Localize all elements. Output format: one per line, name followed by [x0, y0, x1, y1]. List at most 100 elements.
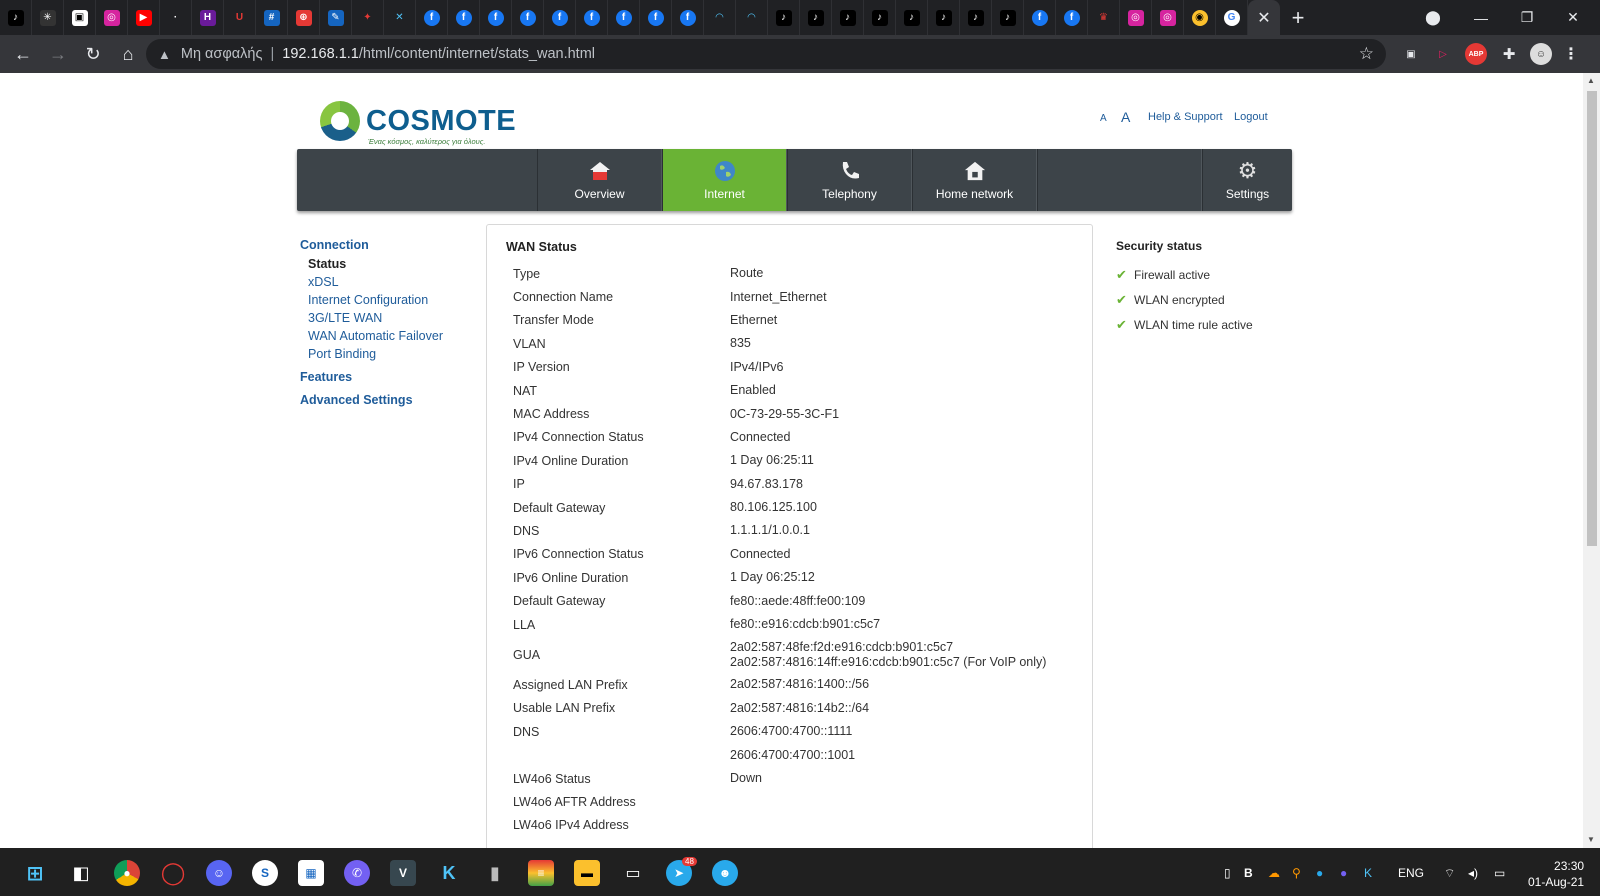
viber-tray-icon[interactable]: ● [1340, 866, 1347, 880]
chrome-icon[interactable]: ● [114, 860, 140, 886]
sidenav-xdsl[interactable]: xDSL [300, 273, 443, 291]
discord-icon[interactable]: ☺ [206, 860, 232, 886]
volume-icon[interactable]: ◂) [1468, 866, 1478, 880]
cast-icon[interactable]: ▣ [1400, 43, 1422, 65]
scroll-thumb[interactable] [1587, 91, 1597, 546]
tab-generic[interactable]: # [256, 0, 288, 35]
tab-generic[interactable]: ⊕ [288, 0, 320, 35]
tab-generic[interactable]: · [160, 0, 192, 35]
app-tray-icon[interactable]: B [1244, 866, 1253, 880]
nav-telephony[interactable]: Telephony [787, 149, 912, 211]
tab-generic[interactable]: U [224, 0, 256, 35]
store-icon[interactable]: ▦ [298, 860, 324, 886]
tab-tiktok[interactable]: ♪ [864, 0, 896, 35]
tab-facebook[interactable]: f [576, 0, 608, 35]
usb-icon[interactable]: ▯ [1224, 866, 1231, 880]
tab-facebook[interactable]: f [640, 0, 672, 35]
tab-facebook[interactable]: f [448, 0, 480, 35]
viber-icon[interactable]: ✆ [344, 860, 370, 886]
sidenav-advanced-settings[interactable]: Advanced Settings [300, 393, 443, 407]
tab-tiktok[interactable]: ♪ [800, 0, 832, 35]
sidenav-wan-failover[interactable]: WAN Automatic Failover [300, 327, 443, 345]
font-small-button[interactable]: A [1100, 113, 1107, 124]
tab-tiktok[interactable]: ♪ [928, 0, 960, 35]
tab-close-button[interactable]: ✕ [1248, 0, 1280, 35]
tab-generic[interactable]: ✕ [384, 0, 416, 35]
opera-icon[interactable]: ◯ [160, 860, 186, 886]
language-indicator[interactable]: ENG [1398, 866, 1424, 880]
tab-instagram[interactable]: ◎ [1120, 0, 1152, 35]
forward-button[interactable]: → [41, 37, 75, 71]
app-icon[interactable]: K [436, 860, 462, 886]
tab-facebook[interactable]: f [608, 0, 640, 35]
tab-instagram[interactable]: ◎ [1152, 0, 1184, 35]
tab-search-button[interactable]: ⬤ [1410, 0, 1456, 35]
telegram-tray-icon[interactable]: ● [1316, 866, 1323, 880]
search-icon[interactable]: ⚲ [1292, 866, 1301, 880]
tab-generic[interactable]: ✦ [352, 0, 384, 35]
tab-tiktok[interactable]: ♪ [960, 0, 992, 35]
reload-button[interactable]: ↻ [76, 37, 110, 71]
app-icon[interactable]: ▮ [482, 860, 508, 886]
tab-facebook[interactable]: f [512, 0, 544, 35]
logout-link[interactable]: Logout [1234, 111, 1268, 123]
extensions-puzzle-icon[interactable]: ✚ [1498, 43, 1520, 65]
tab-tiktok[interactable]: ♪ [896, 0, 928, 35]
tab-facebook[interactable]: f [416, 0, 448, 35]
sidenav-connection[interactable]: Connection [300, 238, 443, 252]
tab-loading[interactable]: ◠ [704, 0, 736, 35]
sidenav-3g-lte-wan[interactable]: 3G/LTE WAN [300, 309, 443, 327]
help-support-link[interactable]: Help & Support [1148, 111, 1223, 123]
tab-generic[interactable]: ▣ [64, 0, 96, 35]
taskbar-clock[interactable]: 23:30 01-Aug-21 [1528, 858, 1584, 890]
tab-facebook[interactable]: f [480, 0, 512, 35]
app-tray-icon[interactable]: K [1364, 866, 1372, 880]
task-view-icon[interactable]: ◧ [68, 860, 94, 886]
app-icon[interactable]: ▭ [620, 860, 646, 886]
tab-facebook[interactable]: f [1056, 0, 1088, 35]
tab-generic[interactable]: ♛ [1088, 0, 1120, 35]
address-bar[interactable]: ▲ Μη ασφαλής | 192.168.1.1 /html/content… [146, 39, 1386, 69]
tab-tiktok[interactable]: ♪ [0, 0, 32, 35]
tab-google[interactable]: G [1216, 0, 1248, 35]
tab-loading[interactable]: ◠ [736, 0, 768, 35]
tab-tiktok[interactable]: ♪ [992, 0, 1024, 35]
nav-overview[interactable]: Overview [537, 149, 662, 211]
scroll-down-icon[interactable]: ▼ [1587, 835, 1595, 844]
new-tab-button[interactable]: + [1280, 0, 1316, 35]
adblock-icon[interactable]: ABP [1465, 43, 1487, 65]
tab-tiktok[interactable]: ♪ [832, 0, 864, 35]
minimize-button[interactable]: — [1458, 0, 1504, 35]
browser-menu-icon[interactable]: ⋮ [1560, 43, 1582, 65]
tab-generic[interactable]: ✳ [32, 0, 64, 35]
battery-icon[interactable]: ▭ [1494, 866, 1505, 880]
tab-facebook[interactable]: f [544, 0, 576, 35]
nav-home-network[interactable]: Home network [912, 149, 1037, 211]
wifi-icon[interactable]: ⌔ [1444, 866, 1455, 881]
page-scrollbar[interactable]: ▲ ▼ [1583, 73, 1600, 848]
restore-button[interactable]: ❐ [1504, 0, 1550, 35]
windows-start-icon[interactable]: ⊞ [22, 860, 48, 886]
app-icon[interactable]: S [252, 860, 278, 886]
scroll-up-icon[interactable]: ▲ [1587, 76, 1595, 85]
sidenav-internet-configuration[interactable]: Internet Configuration [300, 291, 443, 309]
font-large-button[interactable]: A [1121, 109, 1130, 125]
tab-instagram[interactable]: ◎ [96, 0, 128, 35]
tab-generic[interactable]: ◉ [1184, 0, 1216, 35]
app-icon[interactable]: ≡ [528, 860, 554, 886]
tab-generic[interactable]: H [192, 0, 224, 35]
tab-facebook[interactable]: f [1024, 0, 1056, 35]
profile-avatar[interactable]: ☺ [1530, 43, 1552, 65]
nav-settings[interactable]: ⚙ Settings [1202, 149, 1292, 211]
tab-facebook[interactable]: f [672, 0, 704, 35]
file-explorer-icon[interactable]: ▬ [574, 860, 600, 886]
tab-tiktok[interactable]: ♪ [768, 0, 800, 35]
app-icon[interactable]: ☻ [712, 860, 738, 886]
home-button[interactable]: ⌂ [111, 37, 145, 71]
bookmark-star-icon[interactable]: ☆ [1359, 44, 1374, 64]
app-icon[interactable]: V [390, 860, 416, 886]
sidenav-features[interactable]: Features [300, 370, 443, 384]
sidenav-port-binding[interactable]: Port Binding [300, 345, 443, 363]
nav-internet[interactable]: Internet [662, 149, 787, 211]
back-button[interactable]: ← [6, 37, 40, 71]
